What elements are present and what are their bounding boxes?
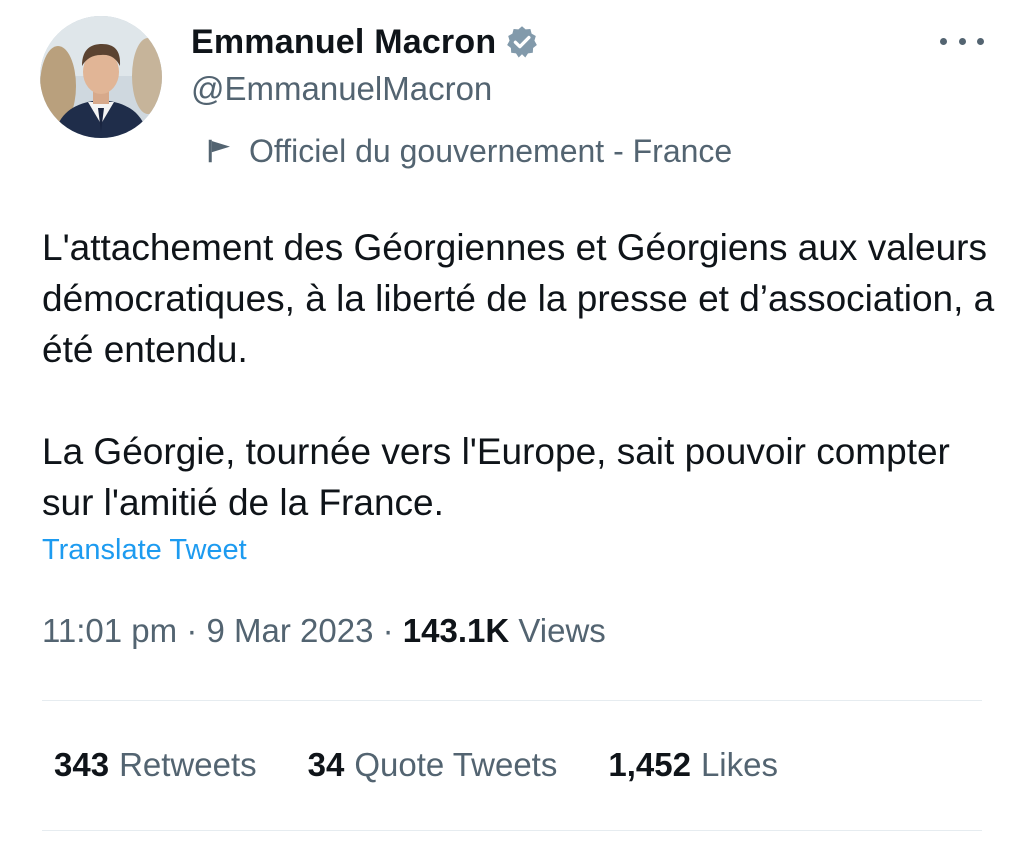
profile-photo: [40, 16, 162, 138]
quote-tweets-count: 34: [307, 746, 345, 783]
avatar[interactable]: [40, 16, 162, 138]
more-horizontal-icon[interactable]: [940, 26, 984, 56]
engagement-stats: 343 Retweets 34 Quote Tweets 1,452 Likes: [54, 746, 778, 784]
government-label: Officiel du gouvernement - France: [205, 131, 732, 171]
verified-badge-icon: [504, 24, 540, 60]
tweet-meta: 11:01 pm · 9 Mar 2023 · 143.1K Views: [42, 612, 606, 650]
views-count: 143.1K: [402, 612, 510, 649]
author-handle[interactable]: @EmmanuelMacron: [191, 70, 492, 108]
tweet-time[interactable]: 11:01 pm: [42, 612, 177, 649]
retweets-stat[interactable]: 343 Retweets: [54, 746, 257, 784]
more-dot: [940, 37, 947, 45]
tweet-text: L'attachement des Géorgiennes et Géorgie…: [42, 222, 1002, 528]
meta-separator: ·: [186, 612, 198, 649]
meta-separator: ·: [382, 612, 394, 649]
tweet-date[interactable]: 9 Mar 2023: [207, 612, 374, 649]
tweet-paragraph: La Géorgie, tournée vers l'Europe, sait …: [42, 431, 950, 523]
translate-tweet-link[interactable]: Translate Tweet: [42, 534, 247, 567]
retweets-label: Retweets: [119, 746, 257, 783]
quote-tweets-label: Quote Tweets: [354, 746, 558, 783]
government-label-text: Officiel du gouvernement - France: [249, 132, 733, 169]
retweets-count: 343: [54, 746, 110, 783]
views-label: Views: [518, 612, 606, 649]
tweet-paragraph: L'attachement des Géorgiennes et Géorgie…: [42, 227, 995, 370]
flag-icon: [208, 139, 230, 163]
display-name[interactable]: Emmanuel Macron: [191, 23, 496, 62]
likes-count: 1,452: [608, 746, 691, 783]
author-name-row: Emmanuel Macron: [191, 20, 540, 64]
more-dot: [958, 37, 966, 45]
more-dot: [977, 37, 984, 45]
divider: [42, 700, 982, 701]
divider: [42, 830, 982, 831]
likes-stat[interactable]: 1,452 Likes: [608, 746, 778, 784]
quote-tweets-stat[interactable]: 34 Quote Tweets: [308, 746, 558, 784]
likes-label: Likes: [700, 746, 778, 783]
